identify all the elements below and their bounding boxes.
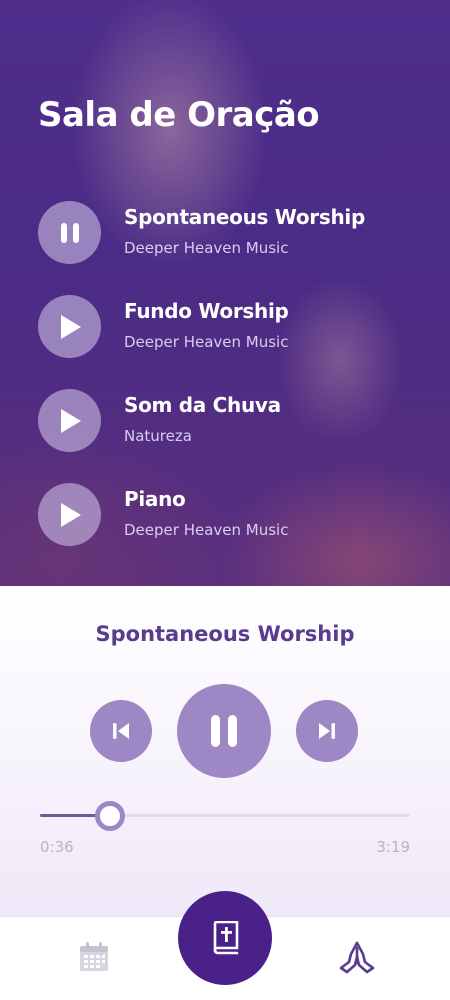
track-title: Fundo Worship (124, 299, 289, 323)
track-title: Spontaneous Worship (124, 205, 365, 229)
track-item[interactable]: Piano Deeper Heaven Music (38, 483, 438, 547)
calendar-icon[interactable] (78, 941, 110, 973)
track-play-button[interactable] (38, 295, 101, 358)
total-time: 3:19 (376, 838, 410, 856)
track-item[interactable]: Som da Chuva Natureza (38, 389, 438, 453)
track-play-button[interactable] (38, 483, 101, 546)
now-playing-title: Spontaneous Worship (95, 622, 355, 646)
play-icon (60, 314, 81, 339)
previous-button[interactable] (90, 700, 152, 762)
skip-previous-icon (113, 723, 129, 739)
track-artist: Deeper Heaven Music (124, 239, 289, 257)
current-time: 0:36 (40, 838, 74, 856)
player-panel: Spontaneous Worship 0:36 3:19 (0, 586, 450, 916)
play-pause-button[interactable] (177, 684, 271, 778)
track-artist: Natureza (124, 427, 192, 445)
track-artist: Deeper Heaven Music (124, 521, 289, 539)
track-title: Som da Chuva (124, 393, 281, 417)
track-title: Piano (124, 487, 186, 511)
track-pause-button[interactable] (38, 201, 101, 264)
track-item[interactable]: Spontaneous Worship Deeper Heaven Music (38, 201, 438, 265)
bible-button[interactable] (178, 891, 272, 985)
skip-next-icon (319, 723, 335, 739)
praying-hands-icon[interactable] (338, 939, 376, 975)
progress-handle[interactable] (95, 801, 126, 831)
track-artist: Deeper Heaven Music (124, 333, 289, 351)
next-button[interactable] (296, 700, 358, 762)
prayer-room-hero: Sala de Oração Spontaneous Worship Deepe… (0, 0, 450, 586)
play-icon (60, 408, 81, 433)
page-title: Sala de Oração (38, 95, 320, 135)
pause-icon (60, 222, 79, 243)
bible-icon (213, 921, 239, 955)
track-play-button[interactable] (38, 389, 101, 452)
pause-icon (211, 715, 237, 747)
track-item[interactable]: Fundo Worship Deeper Heaven Music (38, 295, 438, 359)
play-icon (60, 502, 81, 527)
